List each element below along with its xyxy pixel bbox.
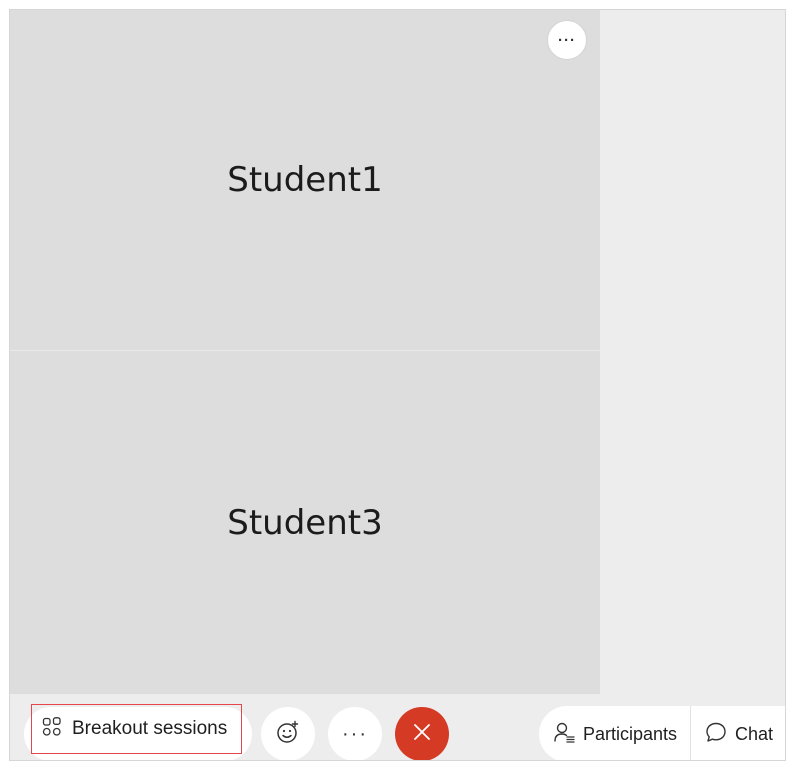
chat-bubble-icon	[705, 721, 727, 748]
person-list-icon	[553, 721, 575, 748]
breakout-sessions-button[interactable]: Breakout sessions	[31, 704, 242, 754]
call-toolbar: Breakout sessions ··· Participants Chat	[10, 694, 785, 760]
breakout-sessions-label: Breakout sessions	[72, 718, 228, 739]
participant-name: Student3	[227, 502, 383, 543]
tile-more-options-button[interactable]: ···	[547, 20, 587, 60]
participants-button[interactable]: Participants	[539, 706, 691, 760]
chat-button[interactable]: Chat	[691, 706, 774, 760]
close-icon	[412, 722, 432, 747]
chat-label: Chat	[735, 723, 774, 744]
participants-chat-group: Participants Chat	[539, 706, 785, 760]
participants-label: Participants	[583, 723, 678, 744]
more-actions-button[interactable]: ···	[328, 707, 382, 760]
emoji-add-icon	[276, 720, 300, 749]
video-tile-student1[interactable]: Student1	[10, 10, 600, 350]
end-call-button[interactable]	[395, 707, 449, 760]
meeting-window: Student1 ··· Student3 Breakout sessions	[9, 9, 786, 761]
video-tile-student3[interactable]: Student3	[10, 351, 600, 694]
react-button[interactable]	[261, 707, 315, 760]
grid-icon	[42, 716, 62, 742]
participant-name: Student1	[227, 160, 383, 200]
